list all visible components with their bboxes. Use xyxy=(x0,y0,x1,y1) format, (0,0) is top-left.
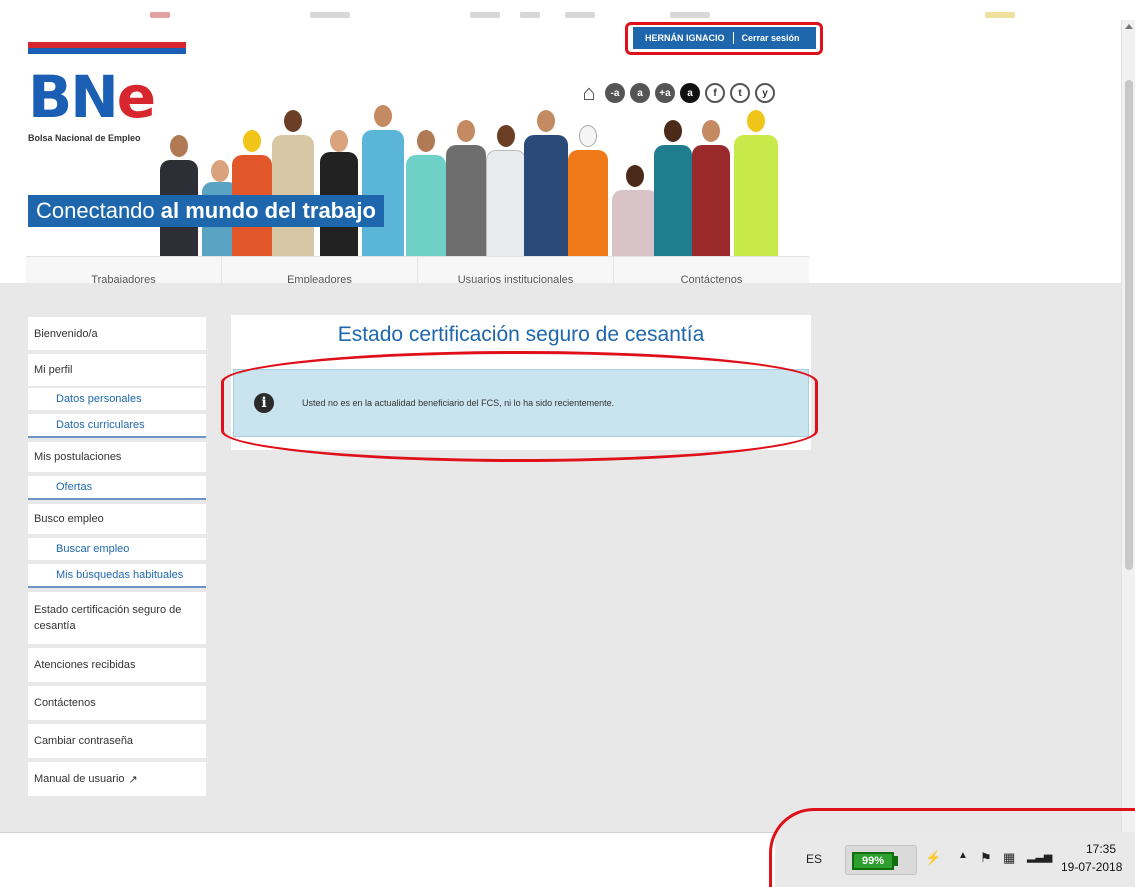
logo-bn: BN xyxy=(28,63,119,131)
site-header: BNe Bolsa Nacional de Empleo Conectando … xyxy=(0,20,1121,302)
main-content: Bienvenido/a Mi perfil Datos personales … xyxy=(0,283,1121,832)
page-title: Estado certificación seguro de cesantía xyxy=(337,323,705,346)
tagline-normal: Conectando xyxy=(36,198,161,223)
sidebar-item-datos-personales[interactable]: Datos personales xyxy=(28,388,206,410)
highlight-alert xyxy=(221,351,818,462)
manual-usuario-label: Manual de usuario xyxy=(34,773,125,785)
sidebar-item-atenciones-recibidas[interactable]: Atenciones recibidas xyxy=(28,648,206,682)
page-scrollbar[interactable] xyxy=(1121,20,1135,832)
sidebar-menu: Bienvenido/a Mi perfil Datos personales … xyxy=(28,317,206,800)
tagline-bold: al mundo del trabajo xyxy=(160,198,376,223)
scroll-up-arrow-icon[interactable] xyxy=(1125,24,1133,29)
sidebar-item-mis-busquedas[interactable]: Mis búsquedas habituales xyxy=(28,564,206,588)
twitter-icon[interactable]: t xyxy=(730,83,750,103)
sidebar-item-estado-certificacion[interactable]: Estado certificación seguro de cesantía xyxy=(28,592,206,644)
facebook-icon[interactable]: f xyxy=(705,83,725,103)
highlight-user-bar xyxy=(625,22,823,55)
font-normal-icon[interactable]: a xyxy=(630,83,650,103)
sidebar-item-buscar-empleo[interactable]: Buscar empleo xyxy=(28,538,206,560)
sidebar-item-busco-empleo[interactable]: Busco empleo xyxy=(28,504,206,534)
font-decrease-icon[interactable]: -a xyxy=(605,83,625,103)
logo-stripe xyxy=(28,42,186,54)
high-contrast-icon[interactable]: a xyxy=(680,83,700,103)
scroll-thumb[interactable] xyxy=(1125,80,1133,570)
sidebar-item-mi-perfil[interactable]: Mi perfil xyxy=(28,354,206,386)
sidebar-item-ofertas[interactable]: Ofertas xyxy=(28,476,206,500)
sidebar-item-datos-curriculares[interactable]: Datos curriculares xyxy=(28,414,206,438)
bne-logo[interactable]: BNe xyxy=(28,68,156,126)
page: BNe Bolsa Nacional de Empleo Conectando … xyxy=(0,0,1135,887)
home-icon[interactable]: ⌂ xyxy=(578,80,600,105)
external-link-icon: ↗ xyxy=(128,773,138,786)
sidebar-item-cambiar-contrasena[interactable]: Cambiar contraseña xyxy=(28,724,206,758)
logo-subtitle: Bolsa Nacional de Empleo xyxy=(28,133,141,143)
tagline: Conectando al mundo del trabajo xyxy=(28,195,384,227)
sidebar-item-bienvenido[interactable]: Bienvenido/a xyxy=(28,317,206,350)
highlight-taskbar xyxy=(769,808,1135,887)
header-icon-row: ⌂ -a a +a a f t y xyxy=(578,80,775,105)
sidebar-item-manual-usuario[interactable]: Manual de usuario ↗ xyxy=(28,762,206,796)
font-increase-icon[interactable]: +a xyxy=(655,83,675,103)
browser-top-strip xyxy=(0,0,1135,20)
sidebar-item-mis-postulaciones[interactable]: Mis postulaciones xyxy=(28,442,206,472)
youtube-icon[interactable]: y xyxy=(755,83,775,103)
sidebar-item-contactenos[interactable]: Contáctenos xyxy=(28,686,206,720)
logo-e: e xyxy=(116,63,156,131)
